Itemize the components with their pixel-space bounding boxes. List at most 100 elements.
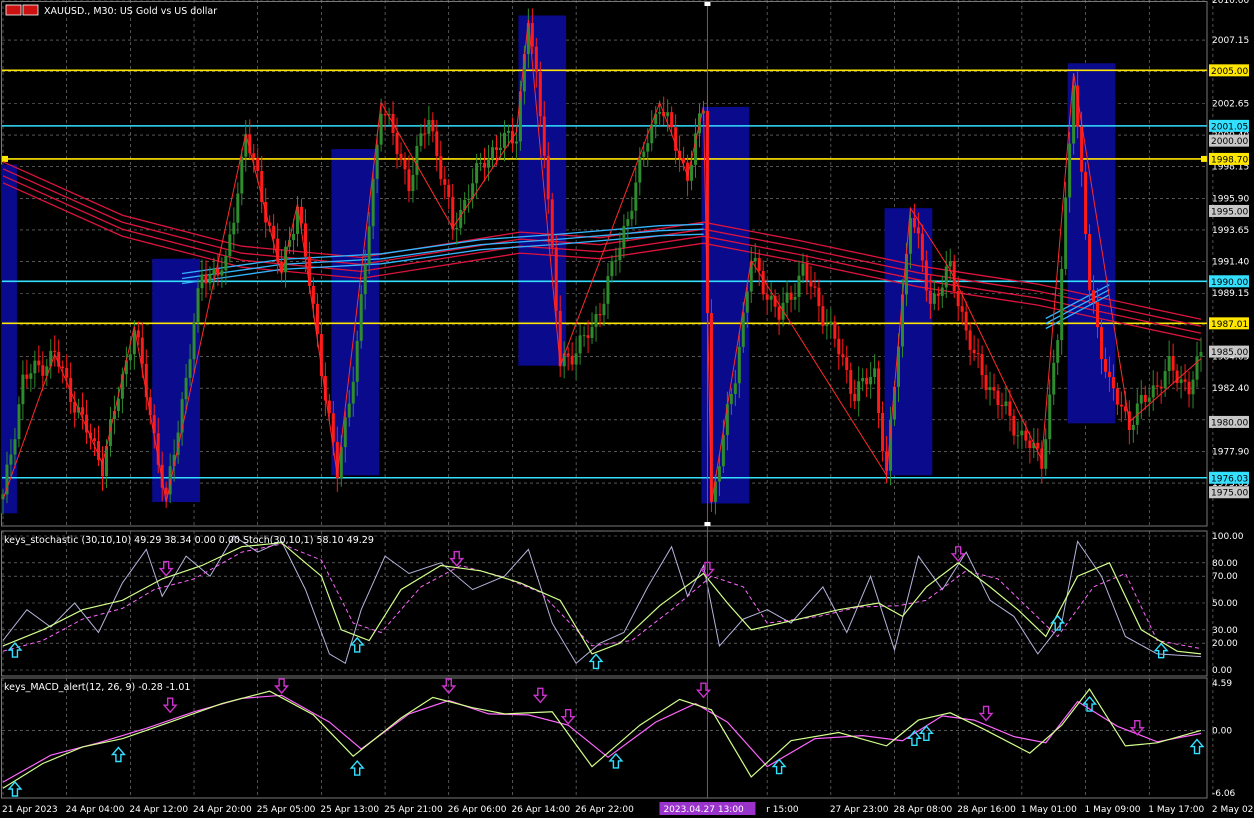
candle-body <box>220 270 224 276</box>
candle-body <box>964 311 968 331</box>
time-tick-label: 2 May 02:00 <box>1212 805 1254 815</box>
candle-body <box>642 151 646 157</box>
price-tick-label: 2002.65 <box>1212 99 1249 109</box>
candle-body <box>1151 385 1155 398</box>
candle-body <box>228 234 232 257</box>
candle-body <box>479 162 483 164</box>
price-tick-label: 1993.65 <box>1212 226 1249 236</box>
candle-body <box>777 306 781 320</box>
chart-icon[interactable] <box>5 4 22 16</box>
candle-body <box>343 417 347 448</box>
candle-body <box>447 184 451 198</box>
candle-body <box>554 247 558 311</box>
time-tick-label: 27 Apr 23:00 <box>830 805 889 815</box>
candle-body <box>881 412 885 452</box>
candle-body <box>944 266 948 288</box>
candle-body <box>415 145 419 175</box>
price-tick-label: 2007.15 <box>1212 36 1249 46</box>
candle-body <box>857 381 861 402</box>
candle-body <box>395 132 399 154</box>
candle-body <box>574 353 578 365</box>
candle-body <box>25 374 29 379</box>
stoch-tick-label: 50.00 <box>1212 599 1238 609</box>
candle-body <box>17 404 21 440</box>
macd-tick-label: 0.00 <box>1212 726 1232 736</box>
time-tick-label: 26 Apr 06:00 <box>448 805 507 815</box>
candle-body <box>29 373 33 379</box>
time-tick-label: 26 Apr 22:00 <box>575 805 634 815</box>
candle-body <box>371 178 375 227</box>
candle-body <box>236 193 240 223</box>
candle-body <box>1028 440 1032 449</box>
candle-body <box>1092 290 1096 303</box>
stoch-tick-label: 100.00 <box>1212 532 1244 542</box>
candle-body <box>877 368 881 413</box>
candle-body <box>534 46 538 73</box>
candle-body <box>184 377 188 400</box>
candle-body <box>37 360 41 366</box>
candle-body <box>491 147 495 159</box>
level-tag-label: 1987.01 <box>1211 320 1248 330</box>
candle-body <box>93 438 97 441</box>
candle-body <box>980 354 984 376</box>
candle-body <box>252 153 256 158</box>
candle-body <box>208 274 212 284</box>
level-tag-label: 1975.00 <box>1211 489 1248 499</box>
candle-body <box>578 335 582 354</box>
candle-body <box>805 263 809 281</box>
candle-body <box>407 169 411 192</box>
candle-body <box>865 378 869 385</box>
candle-body <box>1056 340 1060 363</box>
trading-chart[interactable]: 2010.002007.152004.902002.652000.401998.… <box>0 0 1254 818</box>
candle-body <box>1143 394 1147 402</box>
stoch-tick-label: 80.00 <box>1212 559 1238 569</box>
time-tick-label: 25 Apr 13:00 <box>320 805 379 815</box>
candle-body <box>988 387 992 391</box>
cursor-handle-bottom[interactable] <box>704 522 711 526</box>
candle-body <box>439 156 443 180</box>
candle-body <box>1199 352 1203 357</box>
candle-body <box>598 314 602 316</box>
candle-body <box>383 113 387 116</box>
candle-body <box>196 288 200 324</box>
level-anchor-right[interactable] <box>1201 155 1207 162</box>
candle-body <box>331 413 335 442</box>
candle-body <box>431 119 435 132</box>
symbol-title: XAUUSD., M30: US Gold vs US dollar <box>44 6 217 17</box>
candle-body <box>837 338 841 355</box>
window-icon[interactable] <box>22 4 39 16</box>
candle-body <box>948 261 952 267</box>
candle-body <box>586 335 590 338</box>
candle-body <box>1111 377 1115 389</box>
candle-body <box>717 466 721 482</box>
candle-body <box>363 264 367 295</box>
candle-body <box>1004 401 1008 407</box>
candle-body <box>495 147 499 151</box>
candle-body <box>140 337 144 364</box>
candle-body <box>833 321 837 339</box>
candle-body <box>455 227 459 230</box>
cursor-time-label: 2023.04.27 13:00 <box>663 805 744 815</box>
candle-body <box>940 287 944 296</box>
candle-body <box>670 112 674 128</box>
candle-body <box>841 354 845 358</box>
level-anchor-left[interactable] <box>2 155 8 162</box>
candle-body <box>423 133 427 135</box>
time-tick-label: 24 Apr 20:00 <box>193 805 252 815</box>
candle-body <box>506 130 510 133</box>
candle-body <box>610 261 614 277</box>
candle-body <box>813 286 817 288</box>
candle-body <box>1167 356 1171 372</box>
candle-body <box>924 260 928 291</box>
candle-body <box>136 330 140 338</box>
candle-body <box>542 116 546 156</box>
level-tag-label: 1998.70 <box>1211 155 1248 165</box>
candle-body <box>1036 442 1040 449</box>
candle-body <box>757 257 761 271</box>
candle-body <box>630 210 634 220</box>
candle-body <box>351 381 355 404</box>
candle-body <box>566 353 570 356</box>
time-tick-label: 25 Apr 05:00 <box>257 805 316 815</box>
candle-body <box>1012 415 1016 436</box>
cursor-handle-top[interactable] <box>704 2 711 6</box>
